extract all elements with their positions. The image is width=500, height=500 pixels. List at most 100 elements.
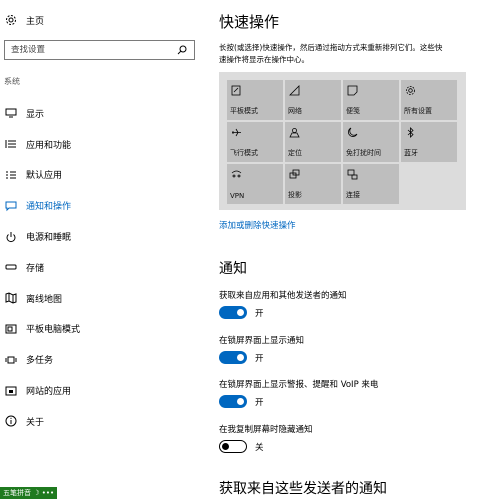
sidebar-item-storage[interactable]: 存储	[0, 252, 205, 283]
search-input[interactable]	[11, 45, 176, 55]
sidebar-item-offline-maps[interactable]: 离线地图	[0, 283, 205, 314]
senders-heading: 获取来自这些发送者的通知	[219, 481, 387, 497]
setting-lock-screen-alarms: 在锁屏界面上显示警报、提醒和 VoIP 来电 开	[219, 378, 378, 408]
quick-action-location[interactable]: 定位	[285, 122, 341, 162]
sidebar-item-label: 显示	[26, 109, 45, 120]
toggle-state-label: 开	[255, 353, 264, 364]
sidebar-item-label: 关于	[26, 417, 45, 428]
airplane-icon	[230, 126, 242, 138]
sidebar-item-multitasking[interactable]: 多任务	[0, 344, 205, 375]
quick-action-connect[interactable]: 连接	[343, 164, 399, 204]
quick-action-label: 平板模式	[230, 107, 258, 115]
sidebar-item-apps[interactable]: 应用和功能	[0, 129, 205, 160]
sidebar-item-label: 存储	[26, 263, 45, 274]
project-icon	[288, 168, 300, 180]
setting-lock-screen-notifications: 在锁屏界面上显示通知 开	[219, 334, 304, 364]
search-box[interactable]	[4, 40, 195, 60]
main-content: 快速操作 长按(或选择)快速操作，然后通过拖动方式来重新排列它们。这些快 速操作…	[219, 0, 500, 500]
toggle-knob	[222, 442, 229, 450]
app-notifications-toggle[interactable]	[219, 306, 247, 319]
search-icon[interactable]	[176, 44, 188, 56]
location-icon	[288, 126, 300, 138]
sidebar-item-label: 离线地图	[26, 294, 63, 305]
quick-action-network[interactable]: 网络	[285, 80, 341, 120]
toggle-knob	[237, 354, 244, 361]
quick-action-bluetooth[interactable]: 蓝牙	[401, 122, 457, 162]
quick-action-label: 便笺	[346, 107, 360, 115]
info-icon	[4, 414, 18, 428]
setting-hide-when-duplicating: 在我复制屏幕时隐藏通知 关	[219, 423, 313, 453]
quick-action-note[interactable]: 便笺	[343, 80, 399, 120]
sidebar-item-label: 应用和功能	[26, 140, 72, 151]
gear-icon	[4, 13, 18, 27]
page-title: 快速操作	[219, 13, 280, 31]
quick-action-label: 投影	[288, 191, 302, 199]
section-title: 系统	[4, 77, 20, 86]
sidebar: 主页 系统 显示 应用和功能 默认应用 通知和操作 电源和睡眠	[0, 0, 205, 500]
quick-action-label: 定位	[288, 149, 302, 157]
setting-label: 获取来自应用和其他发送者的通知	[219, 291, 347, 301]
setting-label: 在我复制屏幕时隐藏通知	[219, 425, 313, 435]
sidebar-item-default-apps[interactable]: 默认应用	[0, 160, 205, 191]
sidebar-item-apps-for-websites[interactable]: 网站的应用	[0, 375, 205, 406]
list-icon	[4, 137, 18, 151]
description-line-2: 速操作将显示在操作中心。	[219, 55, 309, 64]
quick-actions-description: 长按(或选择)快速操作，然后通过拖动方式来重新排列它们。这些快 速操作将显示在操…	[219, 42, 500, 66]
quick-action-label: 蓝牙	[404, 149, 418, 157]
lock-screen-alarms-toggle[interactable]	[219, 395, 247, 408]
nav-list: 显示 应用和功能 默认应用 通知和操作 电源和睡眠 存储 离线地图 平板电脑模式…	[0, 98, 205, 437]
map-icon	[4, 291, 18, 305]
quick-action-label: 网络	[288, 107, 302, 115]
connect-icon	[346, 168, 358, 180]
sidebar-item-label: 多任务	[26, 356, 54, 367]
sidebar-item-label: 平板电脑模式	[26, 325, 81, 336]
multitask-icon	[4, 353, 18, 367]
quick-action-label: 连接	[346, 191, 360, 199]
toggle-knob	[237, 309, 244, 316]
quick-action-quiet-hours[interactable]: 免打扰时间	[343, 122, 399, 162]
monitor-icon	[4, 106, 18, 120]
sidebar-item-power[interactable]: 电源和睡眠	[0, 221, 205, 252]
tablet-icon	[4, 322, 18, 336]
sidebar-item-label: 电源和睡眠	[26, 233, 72, 244]
quick-action-project[interactable]: 投影	[285, 164, 341, 204]
sidebar-item-about[interactable]: 关于	[0, 406, 205, 437]
toggle-state-label: 开	[255, 308, 264, 319]
default-apps-icon	[4, 168, 18, 182]
quick-actions-grid: 平板模式 网络 便笺 所有设置 飞行模式 定位 免打扰时间 蓝牙 VPN 投影 …	[219, 72, 466, 210]
sidebar-item-label: 通知和操作	[26, 202, 72, 213]
description-line-1: 长按(或选择)快速操作，然后通过拖动方式来重新排列它们。这些快	[219, 43, 443, 52]
hide-when-duplicating-toggle[interactable]	[219, 440, 247, 453]
setting-label: 在锁屏界面上显示通知	[219, 336, 305, 346]
power-icon	[4, 230, 18, 244]
quick-action-label: 免打扰时间	[346, 149, 381, 157]
add-remove-quick-actions-link[interactable]: 添加或删除快速操作	[219, 219, 296, 231]
setting-label: 在锁屏界面上显示警报、提醒和 VoIP 来电	[219, 380, 379, 390]
lock-screen-notifications-toggle[interactable]	[219, 351, 247, 364]
tablet-mode-icon	[230, 84, 242, 96]
web-app-icon	[4, 384, 18, 398]
sidebar-item-notifications[interactable]: 通知和操作	[0, 190, 205, 221]
quick-action-label: 飞行模式	[230, 149, 258, 157]
quick-action-label: VPN	[230, 192, 245, 200]
gear-icon	[404, 84, 416, 96]
storage-icon	[4, 260, 18, 274]
message-icon	[4, 199, 18, 213]
ime-indicator[interactable]: 五笔拼音 ☽ •••	[0, 487, 58, 499]
quick-action-vpn[interactable]: VPN	[227, 164, 283, 204]
network-icon	[288, 84, 300, 96]
quick-action-tablet-mode[interactable]: 平板模式	[227, 80, 283, 120]
sidebar-item-label: 默认应用	[26, 171, 63, 182]
quick-action-all-settings[interactable]: 所有设置	[401, 80, 457, 120]
toggle-knob	[237, 398, 244, 405]
setting-app-notifications: 获取来自应用和其他发送者的通知 开	[219, 289, 347, 319]
sidebar-item-tablet-mode[interactable]: 平板电脑模式	[0, 314, 205, 345]
note-icon	[346, 84, 358, 96]
quick-action-label: 所有设置	[404, 107, 432, 115]
sidebar-item-display[interactable]: 显示	[0, 98, 205, 129]
quick-action-airplane-mode[interactable]: 飞行模式	[227, 122, 283, 162]
sidebar-item-label: 网站的应用	[26, 387, 72, 398]
home-nav-item[interactable]: 主页	[4, 10, 44, 30]
moon-icon	[346, 126, 358, 138]
vpn-icon	[230, 168, 242, 180]
